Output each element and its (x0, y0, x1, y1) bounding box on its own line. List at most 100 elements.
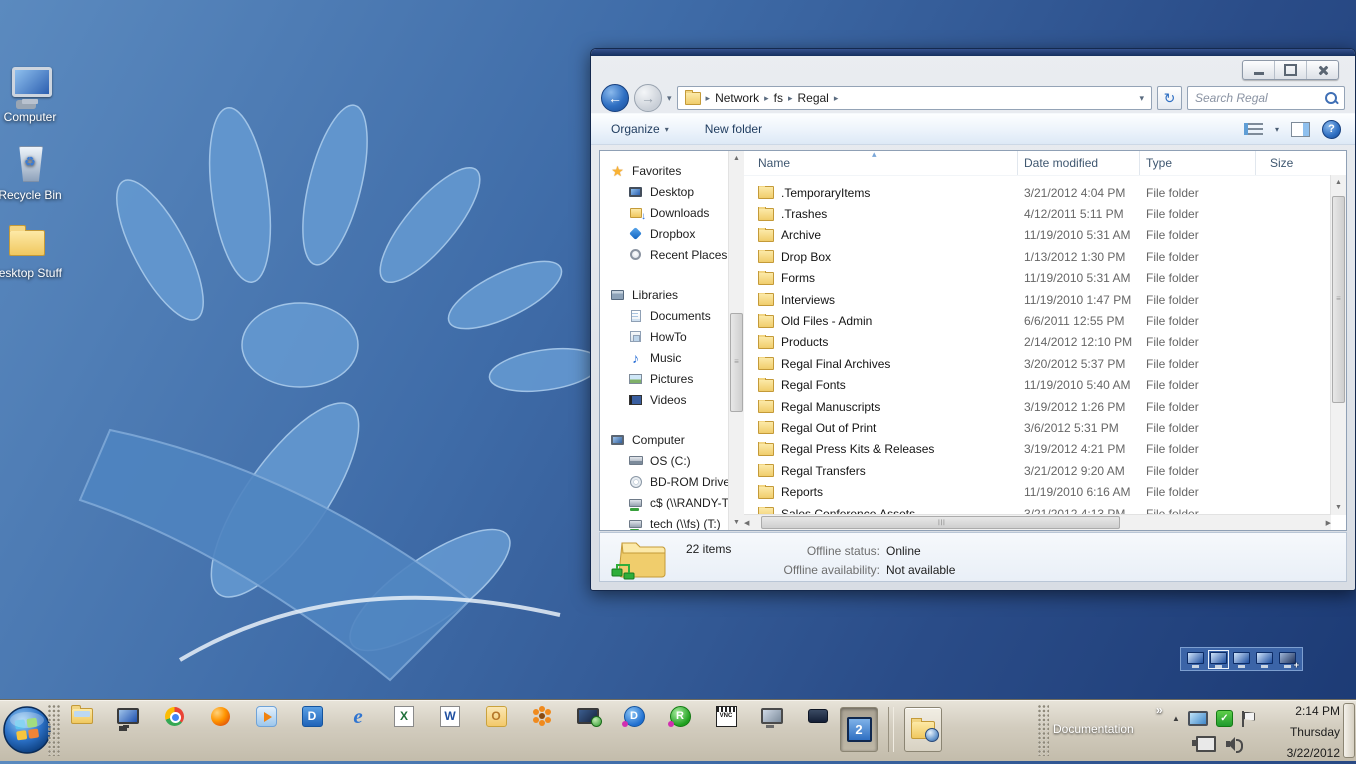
address-dropdown-icon[interactable]: ▾ (1139, 93, 1144, 104)
internet-explorer-icon[interactable]: e (346, 704, 370, 728)
app-d-tile-icon[interactable]: D (300, 704, 324, 728)
desktop-icon-recycle-bin[interactable]: Recycle Bin (0, 142, 74, 202)
excel-icon[interactable]: X (392, 704, 416, 728)
column-header-name[interactable]: Name (744, 151, 1018, 175)
minimize-button[interactable] (1243, 61, 1274, 79)
file-row[interactable]: Products2/14/2012 12:10 PMFile folder (744, 332, 1346, 353)
new-folder-button[interactable]: New folder (699, 119, 768, 139)
network-pc-icon[interactable] (760, 704, 784, 728)
file-row[interactable]: Regal Final Archives3/20/2012 5:37 PMFil… (744, 353, 1346, 374)
refresh-button[interactable]: ↻ (1157, 86, 1182, 110)
display-1-icon[interactable] (1186, 651, 1205, 668)
file-row[interactable]: Interviews11/19/2010 1:47 PMFile folder (744, 289, 1346, 310)
preview-pane-icon[interactable] (1291, 122, 1310, 137)
vertical-scrollbar-thumb[interactable] (1332, 196, 1345, 403)
change-view-icon[interactable] (1244, 123, 1263, 135)
flower-app-icon[interactable] (530, 704, 554, 728)
nav-item-pictures[interactable]: Pictures (600, 368, 728, 389)
scroll-right-icon[interactable]: ▶ (1326, 515, 1331, 530)
tray-network-icon[interactable] (1196, 736, 1216, 752)
display-settings-icon[interactable] (116, 704, 140, 728)
start-button[interactable] (2, 705, 52, 755)
help-icon[interactable]: ? (1322, 120, 1341, 139)
nav-item-os-c[interactable]: OS (C:) (600, 450, 728, 471)
file-row[interactable]: Regal Fonts11/19/2010 5:40 AMFile folder (744, 375, 1346, 396)
views-dropdown-icon[interactable]: ▾ (1275, 125, 1279, 134)
nav-item-howto[interactable]: HowTo (600, 326, 728, 347)
r-badge-icon[interactable]: R (668, 704, 692, 728)
file-row[interactable]: Forms11/19/2010 5:31 AMFile folder (744, 268, 1346, 289)
media-player-icon[interactable] (254, 704, 278, 728)
file-row[interactable]: Regal Transfers3/21/2012 9:20 AMFile fol… (744, 460, 1346, 481)
taskbar-window-app2[interactable]: 2 (840, 707, 878, 752)
file-row[interactable]: Archive11/19/2010 5:31 AMFile folder (744, 225, 1346, 246)
back-button[interactable]: ← (601, 84, 629, 112)
d-badge-icon[interactable]: D (622, 704, 646, 728)
desktop-icon-desktop-stuff[interactable]: Desktop Stuff (0, 220, 70, 280)
scroll-up-icon[interactable]: ▲ (1331, 175, 1346, 190)
firefox-icon[interactable] (208, 704, 232, 728)
file-row[interactable]: Drop Box1/13/2012 1:30 PMFile folder (744, 246, 1346, 267)
breadcrumb[interactable]: ▸ Network ▸ fs ▸ Regal ▸ ▾ (677, 86, 1152, 110)
toolbar-overflow-chevron[interactable]: » (1156, 703, 1163, 717)
organize-button[interactable]: Organize ▾ (605, 119, 675, 139)
scroll-down-icon[interactable]: ▼ (729, 515, 744, 530)
tray-action-center-icon[interactable] (1241, 711, 1253, 727)
tray-display-icon[interactable] (1188, 711, 1208, 726)
nav-scrollbar-thumb[interactable] (730, 313, 743, 413)
file-row[interactable]: .Trashes4/12/2011 5:11 PMFile folder (744, 203, 1346, 224)
window-title-bar[interactable] (591, 49, 1355, 56)
column-header-date-modified[interactable]: Date modified (1018, 151, 1140, 175)
display-2-icon[interactable] (1209, 651, 1228, 668)
display-4-icon[interactable] (1255, 651, 1274, 668)
vnc-icon[interactable]: VNC (714, 704, 738, 728)
remote-desktop-icon[interactable] (576, 704, 600, 728)
file-row[interactable]: Regal Out of Print3/6/2012 5:31 PMFile f… (744, 417, 1346, 438)
toolbar-grip[interactable] (1038, 705, 1049, 756)
nav-item-downloads[interactable]: Downloads (600, 202, 728, 223)
desktop-icon-computer[interactable]: Computer (0, 64, 74, 124)
windows-explorer-icon[interactable] (70, 704, 94, 728)
nav-item-music[interactable]: Music (600, 347, 728, 368)
nav-item-bd-rom-drive[interactable]: BD-ROM Drive ( (600, 471, 728, 492)
taskbar-window-explorer[interactable] (904, 707, 942, 752)
horizontal-scrollbar-thumb[interactable] (761, 516, 1120, 529)
file-row[interactable]: Regal Manuscripts3/19/2012 1:26 PMFile f… (744, 396, 1346, 417)
show-desktop-button[interactable] (1343, 703, 1355, 758)
breadcrumb-fs[interactable]: fs (774, 91, 783, 105)
show-hidden-icons-button[interactable]: ▲ (1172, 714, 1180, 723)
maximize-button[interactable] (1274, 61, 1306, 79)
nav-item-documents[interactable]: Documents (600, 305, 728, 326)
tray-sync-center-icon[interactable]: ✓ (1216, 710, 1233, 727)
chrome-icon[interactable] (162, 704, 186, 728)
tray-volume-icon[interactable] (1226, 737, 1242, 751)
scroll-up-icon[interactable]: ▲ (729, 151, 744, 166)
file-row[interactable]: Old Files - Admin6/6/2011 12:55 PMFile f… (744, 310, 1346, 331)
nav-header-libraries[interactable]: Libraries (600, 285, 728, 305)
file-row[interactable]: .TemporaryItems3/21/2012 4:04 PMFile fol… (744, 182, 1346, 203)
breadcrumb-network[interactable]: Network (715, 91, 759, 105)
toolbar-grip[interactable] (48, 705, 60, 756)
nav-item-videos[interactable]: Videos (600, 389, 728, 410)
breadcrumb-regal[interactable]: Regal (797, 91, 828, 105)
taskbar-clock[interactable]: 2:14 PM Thursday 3/22/2012 (1287, 701, 1340, 764)
nav-item-dropbox[interactable]: Dropbox (600, 223, 728, 244)
nav-item-recent-places[interactable]: Recent Places (600, 244, 728, 265)
nav-header-favorites[interactable]: Favorites (600, 161, 728, 181)
add-display-icon[interactable]: + (1278, 651, 1297, 668)
file-row[interactable]: Sales Conference Assets3/21/2012 4:13 PM… (744, 503, 1346, 514)
nav-item-tech-fs-t[interactable]: tech (\\fs) (T:) (600, 513, 728, 530)
outlook-icon[interactable]: O (484, 704, 508, 728)
nav-item-c-randy-tu[interactable]: c$ (\\RANDY-TU (600, 492, 728, 513)
word-icon[interactable]: W (438, 704, 462, 728)
file-row[interactable]: Regal Press Kits & Releases3/19/2012 4:2… (744, 439, 1346, 460)
vertical-scrollbar[interactable]: ▲ ▼ (1330, 175, 1346, 515)
display-3-icon[interactable] (1232, 651, 1251, 668)
display-off-icon[interactable] (806, 704, 830, 728)
documentation-toolbar-label[interactable]: Documentation (1053, 722, 1134, 736)
forward-button[interactable]: → (634, 84, 662, 112)
horizontal-scrollbar[interactable]: ◀ ▶ (744, 514, 1331, 530)
scroll-down-icon[interactable]: ▼ (1331, 500, 1346, 515)
close-button[interactable] (1306, 61, 1338, 79)
column-header-type[interactable]: Type (1140, 151, 1256, 175)
